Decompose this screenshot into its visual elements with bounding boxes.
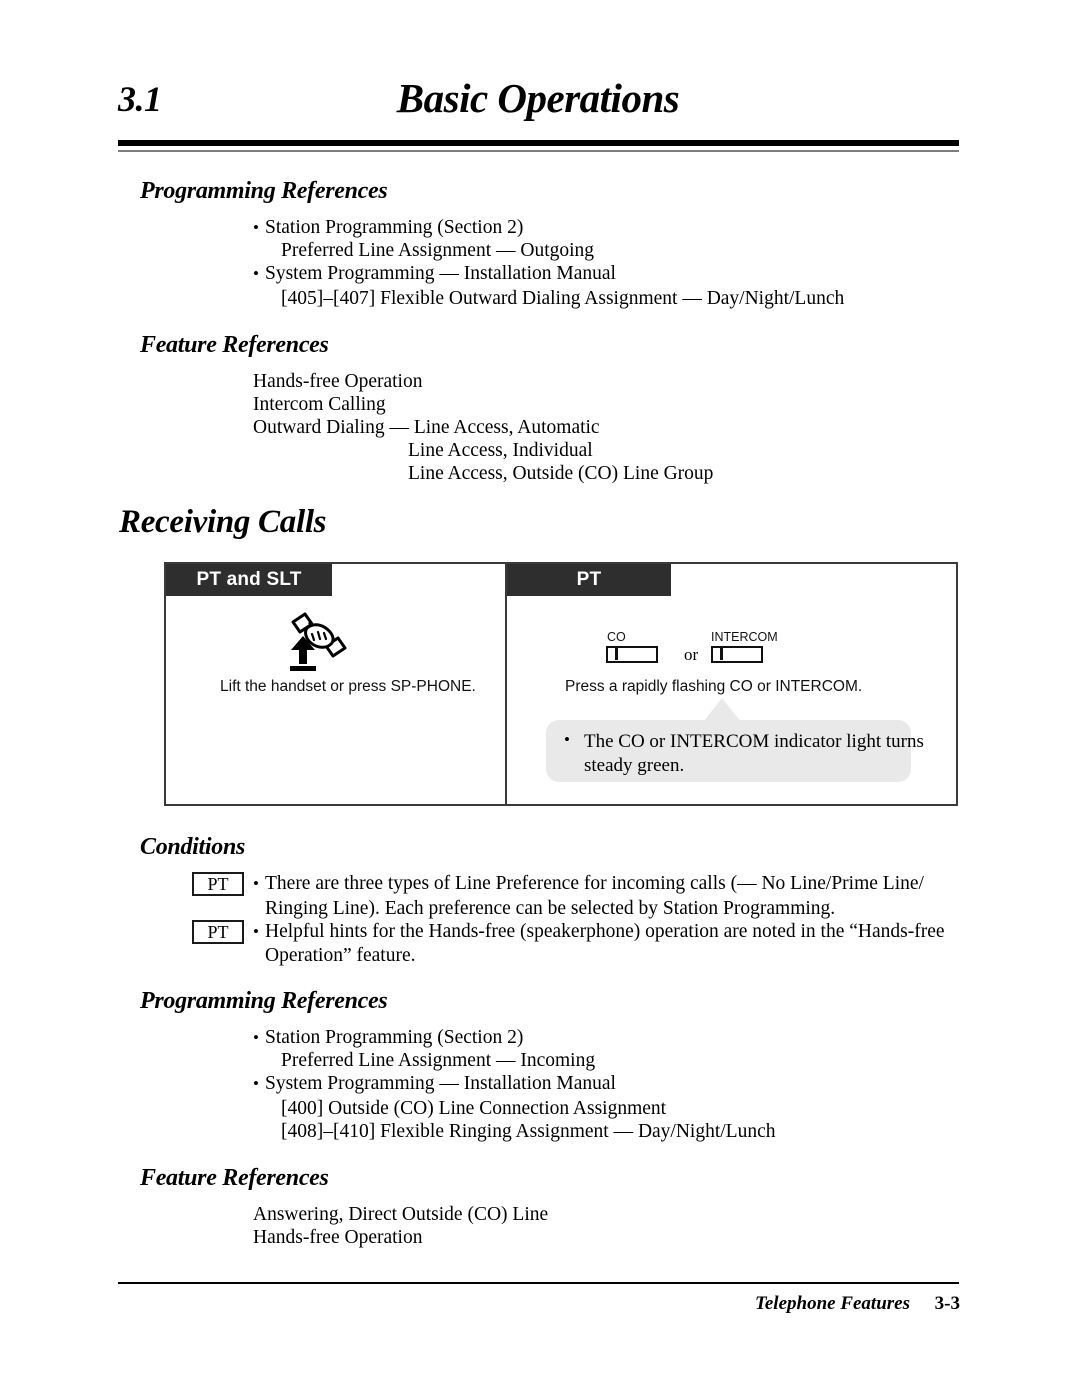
intercom-button-icon[interactable] — [711, 646, 763, 663]
list-item-label: Station Programming (Section 2) — [265, 217, 524, 238]
callout-note-line-2: steady green. — [584, 755, 685, 776]
callout-tail-icon — [703, 698, 741, 722]
callout-note-line-1: The CO or INTERCOM indicator light turns — [584, 731, 924, 752]
bullet-marker: • — [253, 1028, 259, 1047]
condition-line-1: There are three types of Line Preference… — [265, 873, 924, 894]
heading-feature-references-1: Feature References — [140, 332, 329, 358]
callout-bullet-marker: • — [564, 730, 570, 749]
co-button-icon[interactable] — [606, 646, 658, 663]
title-rule — [118, 140, 959, 146]
bullet-marker: • — [253, 264, 259, 283]
tab-pt-and-slt: PT and SLT — [166, 564, 332, 596]
list-subitem-label: [408]–[410] Flexible Ringing Assignment … — [281, 1121, 776, 1142]
lift-handset-icon — [279, 610, 353, 672]
co-button-label: CO — [607, 630, 626, 644]
list-subitem-label: [405]–[407] Flexible Outward Dialing Ass… — [281, 288, 845, 309]
or-separator-label: or — [684, 645, 699, 664]
footer-rule — [118, 1282, 959, 1284]
list-item-label: System Programming — Installation Manual — [265, 1073, 616, 1094]
list-item: • Station Programming (Section 2) — [253, 1026, 523, 1049]
feature-reference-item: Answering, Direct Outside (CO) Line — [253, 1204, 549, 1225]
intercom-button-label: INTERCOM — [711, 630, 778, 644]
list-item-label: System Programming — Installation Manual — [265, 263, 616, 284]
operation-diagram: PT and SLT Lift the handset or press SP-… — [164, 562, 958, 806]
document-page: 3.1 Basic Operations Programming Referen… — [0, 0, 1080, 1397]
list-item: • System Programming — Installation Manu… — [253, 1072, 616, 1095]
feature-reference-item: Intercom Calling — [253, 394, 386, 415]
pt-tag: PT — [192, 920, 244, 944]
feature-reference-item: Line Access, Individual — [408, 440, 593, 461]
feature-reference-item: Hands-free Operation — [253, 371, 423, 392]
list-item: • Station Programming (Section 2) — [253, 216, 523, 239]
list-item: • System Programming — Installation Manu… — [253, 262, 616, 285]
footer-page-number: 3-3 — [934, 1293, 960, 1314]
heading-conditions: Conditions — [140, 834, 246, 860]
list-subitem-label: [400] Outside (CO) Line Connection Assig… — [281, 1098, 667, 1119]
page-header: 3.1 Basic Operations — [118, 75, 958, 140]
feature-reference-item: Hands-free Operation — [253, 1227, 423, 1248]
feature-reference-item: Outward Dialing — Line Access, Automatic — [253, 417, 600, 438]
heading-receiving-calls: Receiving Calls — [119, 504, 327, 540]
page-title: Basic Operations — [396, 75, 680, 121]
list-item-label: Station Programming (Section 2) — [265, 1027, 524, 1048]
condition-line-1: Helpful hints for the Hands-free (speake… — [265, 921, 945, 942]
bullet-marker: • — [253, 874, 259, 893]
panel-divider — [505, 564, 507, 804]
pt-tag: PT — [192, 872, 244, 896]
list-subitem-label: Preferred Line Assignment — Incoming — [281, 1050, 596, 1071]
feature-reference-item: Line Access, Outside (CO) Line Group — [408, 463, 714, 484]
tab-pt: PT — [507, 564, 671, 596]
condition-item: • Helpful hints for the Hands-free (spea… — [253, 920, 945, 943]
condition-item: • There are three types of Line Preferen… — [253, 872, 924, 895]
condition-line-2: Ringing Line). Each preference can be se… — [265, 898, 836, 919]
title-rule-secondary — [118, 150, 959, 152]
footer-title: Telephone Features — [755, 1293, 910, 1314]
left-panel-caption: Lift the handset or press SP-PHONE. — [220, 678, 476, 695]
right-panel-caption: Press a rapidly flashing CO or INTERCOM. — [565, 678, 863, 695]
heading-programming-references-2: Programming References — [140, 988, 388, 1014]
callout-note: The CO or INTERCOM indicator light turns… — [584, 730, 924, 778]
bullet-marker: • — [253, 218, 259, 237]
heading-programming-references-1: Programming References — [140, 178, 388, 204]
bullet-marker: • — [253, 922, 259, 941]
heading-feature-references-2: Feature References — [140, 1165, 329, 1191]
condition-line-2: Operation” feature. — [265, 945, 416, 966]
bullet-marker: • — [253, 1074, 259, 1093]
list-subitem-label: Preferred Line Assignment — Outgoing — [281, 240, 595, 261]
